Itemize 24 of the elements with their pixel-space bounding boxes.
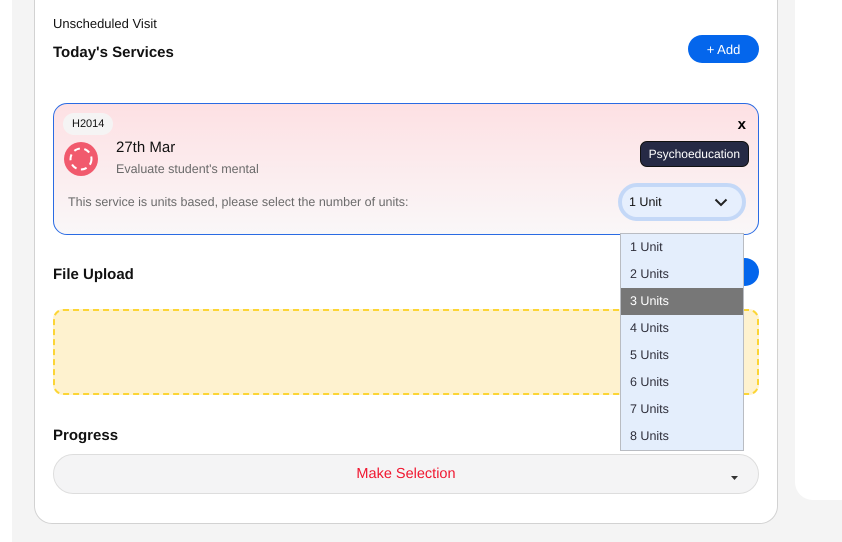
units-select[interactable]: 1 Unit <box>618 183 746 221</box>
visit-type: Unscheduled Visit <box>53 16 158 31</box>
chevron-down-icon <box>714 198 728 206</box>
service-description: Evaluate student's mental <box>116 162 260 176</box>
service-date: 27th Mar <box>116 138 176 156</box>
dropdown-option[interactable]: 5 Units <box>621 342 743 369</box>
dropdown-option[interactable]: 6 Units <box>621 369 743 396</box>
section-title: File Upload <box>53 266 134 283</box>
category-tag: Psychoeducation <box>640 141 749 167</box>
units-prompt: This service is units based, please select the number of units: <box>68 195 408 209</box>
progress-select[interactable]: Make Selection <box>53 454 759 494</box>
dropdown-option[interactable]: 7 Units <box>621 396 743 423</box>
dropdown-option[interactable]: 4 Units <box>621 315 743 342</box>
dropdown-option[interactable]: 8 Units <box>621 423 743 450</box>
service-code: H2014 <box>63 113 114 135</box>
dropdown-option[interactable]: 3 Units <box>621 288 743 315</box>
section-title: Today's Services <box>53 44 174 61</box>
add-button[interactable]: + Add <box>688 35 759 63</box>
dropdown-option[interactable]: 2 Units <box>621 261 743 288</box>
close-button[interactable]: x <box>734 116 749 132</box>
section-title: Progress <box>53 427 118 444</box>
dashed-circle-icon <box>64 142 98 176</box>
dropdown-option[interactable]: 1 Unit <box>621 234 743 261</box>
caret-icon <box>731 476 738 480</box>
